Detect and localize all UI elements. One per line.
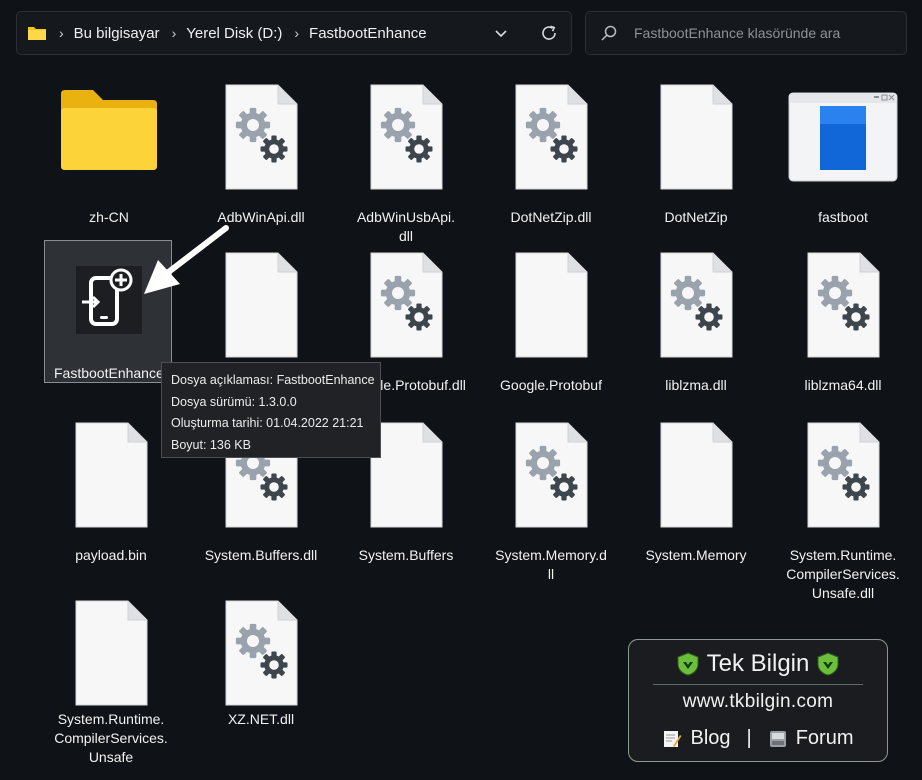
file-item-dotnetzip-dll[interactable]: DotNetZip.dll	[486, 84, 616, 227]
memo-icon	[664, 730, 682, 747]
blank-file-icon	[224, 252, 298, 358]
blank-file-icon	[514, 252, 588, 358]
tooltip-version: Dosya sürümü: 1.3.0.0	[171, 394, 297, 409]
file-info-tooltip: Dosya açıklaması: FastbootEnhance Dosya …	[161, 362, 381, 458]
folder-icon	[61, 90, 157, 170]
chevron-right-icon: ›	[171, 25, 177, 41]
blank-file-icon	[659, 84, 733, 190]
file-item-label: AdbWinUsbApi.dll	[356, 209, 456, 244]
blank-file-icon	[659, 422, 733, 528]
file-item-label: System.Runtime.CompilerServices.Unsafe	[54, 711, 168, 765]
file-item-label: fastboot	[818, 209, 868, 225]
refresh-icon[interactable]	[539, 23, 559, 43]
dll-file-icon	[224, 600, 298, 706]
file-item-fastboot[interactable]: fastboot	[778, 84, 908, 227]
breadcrumb-item-current-folder[interactable]: FastbootEnhance	[309, 25, 427, 42]
blank-file-icon	[74, 600, 148, 706]
dll-file-icon	[514, 84, 588, 190]
file-item-adbwinapi-dll[interactable]: AdbWinApi.dll	[196, 84, 326, 227]
tooltip-description: Dosya açıklaması: FastbootEnhance	[171, 373, 375, 387]
chevron-right-icon: ›	[294, 25, 300, 41]
watermark-box: Tek Bilgin www.tkbilgin.com Blog | Forum	[628, 639, 888, 762]
file-item-dotnetzip[interactable]: DotNetZip	[631, 84, 761, 227]
watermark-title: Tek Bilgin	[706, 650, 810, 677]
dll-file-icon	[659, 252, 733, 358]
file-item-zh-cn[interactable]: zh-CN	[44, 84, 174, 227]
shield-icon	[817, 652, 839, 676]
chevron-right-icon: ›	[59, 25, 64, 41]
fastbootenhance-app-icon	[76, 266, 142, 334]
file-item-label: DotNetZip.dll	[510, 209, 592, 225]
watermark-blog-link: Blog	[690, 727, 731, 749]
file-item-liblzma-dll[interactable]: liblzma.dll	[631, 252, 761, 395]
file-item-system-runtime-compilerservices-unsafe-dll[interactable]: System.Runtime.CompilerServices.Unsafe.d…	[778, 422, 908, 603]
chevron-down-icon[interactable]	[493, 25, 509, 41]
address-bar[interactable]: › Bu bilgisayar › Yerel Disk (D:) › Fast…	[16, 11, 572, 55]
file-item-label: Google.Protobuf	[500, 377, 602, 393]
breadcrumb-item-local-disk[interactable]: Yerel Disk (D:)	[186, 25, 282, 42]
shield-icon	[677, 652, 699, 676]
breadcrumb-item-this-pc[interactable]: Bu bilgisayar	[74, 25, 160, 42]
file-item-label: System.Runtime.CompilerServices.Unsafe.d…	[786, 547, 900, 601]
dll-file-icon	[369, 252, 443, 358]
tooltip-size: Boyut: 136 KB	[171, 437, 251, 452]
file-item-label: DotNetZip	[664, 209, 728, 225]
dll-file-icon	[514, 422, 588, 528]
blank-file-icon	[74, 422, 148, 528]
file-item-label: XZ.NET.dll	[227, 711, 295, 727]
file-item-label: payload.bin	[75, 547, 147, 563]
file-item-system-memory-dll[interactable]: System.Memory.dll	[486, 422, 616, 584]
search-input[interactable]	[634, 25, 894, 41]
file-item-system-memory[interactable]: System.Memory	[631, 422, 761, 565]
search-icon	[601, 25, 617, 41]
divider	[653, 684, 863, 685]
file-item-xz-net-dll[interactable]: XZ.NET.dll	[196, 600, 326, 729]
dll-file-icon	[224, 84, 298, 190]
dll-file-icon	[806, 252, 880, 358]
tooltip-created: Oluşturma tarihi: 01.04.2022 21:21	[171, 416, 364, 430]
file-item-payload-bin[interactable]: payload.bin	[46, 422, 176, 565]
file-item-label: System.Buffers.dll	[204, 547, 318, 563]
file-item-google-protobuf[interactable]: Google.Protobuf	[486, 252, 616, 395]
arrow-annotation-icon	[144, 225, 229, 294]
watermark-separator: |	[746, 727, 752, 749]
folder-icon	[28, 27, 46, 40]
exe-file-icon	[788, 92, 898, 182]
file-item-label: liblzma.dll	[665, 377, 727, 393]
watermark-url: www.tkbilgin.com	[682, 691, 834, 712]
dll-file-icon	[806, 422, 880, 528]
watermark-forum-link: Forum	[795, 727, 854, 749]
file-item-liblzma64-dll[interactable]: liblzma64.dll	[778, 252, 908, 395]
file-item-label: System.Memory	[645, 547, 747, 563]
file-item-adbwinusbapi-dll[interactable]: AdbWinUsbApi.dll	[341, 84, 471, 246]
file-item-system-runtime-compilerservices-unsafe[interactable]: System.Runtime.CompilerServices.Unsafe	[46, 600, 176, 767]
file-item-label: FastbootEnhance	[54, 365, 164, 381]
forum-icon	[769, 730, 786, 747]
file-item-label: System.Buffers	[358, 547, 454, 563]
search-box[interactable]	[585, 11, 907, 55]
file-item-label: System.Memory.dll	[495, 547, 607, 582]
file-item-label: liblzma64.dll	[804, 377, 882, 393]
dll-file-icon	[369, 84, 443, 190]
